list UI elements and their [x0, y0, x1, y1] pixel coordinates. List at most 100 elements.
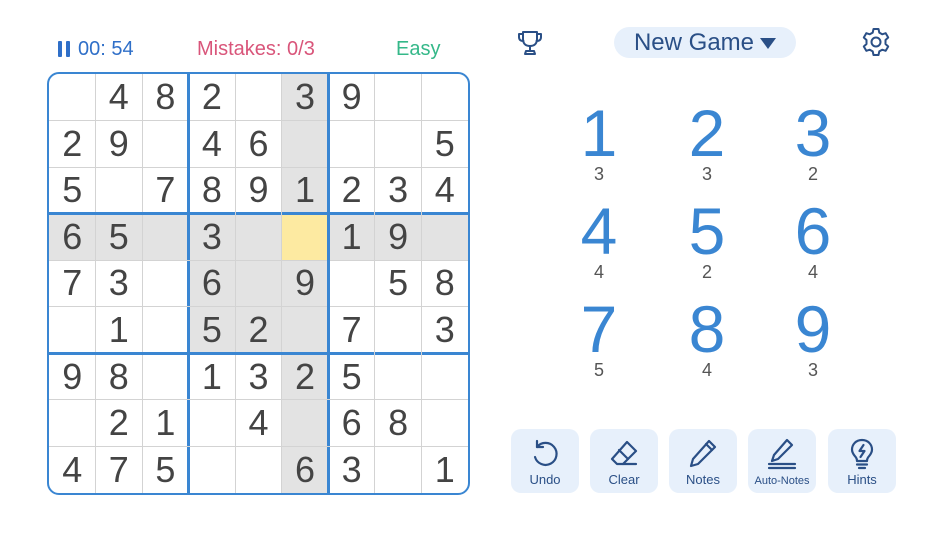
- board-cell[interactable]: 5: [49, 167, 96, 214]
- board-cell[interactable]: [96, 167, 143, 214]
- auto-notes-button[interactable]: Auto-Notes: [748, 429, 816, 493]
- board-cell[interactable]: [375, 307, 422, 354]
- board-cell[interactable]: 9: [281, 260, 329, 307]
- board-cell[interactable]: 4: [96, 74, 143, 121]
- gear-icon[interactable]: [860, 26, 892, 58]
- board-cell[interactable]: [189, 400, 236, 447]
- board-cell[interactable]: 2: [281, 353, 329, 400]
- board-cell[interactable]: 6: [49, 213, 96, 261]
- board-cell[interactable]: 2: [49, 121, 96, 168]
- board-cell[interactable]: [235, 74, 282, 121]
- board-cell[interactable]: [281, 399, 329, 447]
- board-cell[interactable]: [49, 400, 96, 447]
- board-cell[interactable]: 9: [235, 167, 282, 214]
- board-cell[interactable]: 7: [328, 307, 375, 354]
- hints-button[interactable]: Hints: [828, 429, 896, 493]
- board-cell[interactable]: [328, 121, 375, 168]
- board-cell[interactable]: 8: [96, 353, 143, 400]
- notes-button[interactable]: Notes: [669, 429, 737, 493]
- number-key-3[interactable]: 32: [768, 100, 858, 190]
- number-key-7[interactable]: 75: [554, 296, 644, 386]
- board-cell[interactable]: 3: [328, 446, 375, 493]
- board-cell[interactable]: 6: [281, 446, 329, 493]
- board-cell[interactable]: 5: [95, 213, 143, 261]
- number-key-8[interactable]: 84: [662, 296, 752, 386]
- board-cell[interactable]: 1: [281, 167, 329, 214]
- board-cell[interactable]: [189, 446, 236, 493]
- board-cell[interactable]: 3: [375, 167, 422, 214]
- trophy-icon[interactable]: [515, 28, 545, 58]
- board-cell[interactable]: [49, 74, 96, 121]
- board-cell[interactable]: 8: [375, 400, 422, 447]
- board-cell[interactable]: 7: [142, 167, 189, 214]
- board-cell[interactable]: [375, 353, 422, 400]
- board-cell[interactable]: [421, 213, 468, 261]
- board-cell[interactable]: [421, 74, 468, 121]
- board-cell[interactable]: [375, 74, 422, 121]
- board-cell[interactable]: 5: [375, 260, 422, 307]
- number-key-2[interactable]: 23: [662, 100, 752, 190]
- board-cell[interactable]: 4: [49, 446, 96, 493]
- board-cell[interactable]: [375, 121, 422, 168]
- board-cell[interactable]: 4: [189, 121, 236, 168]
- board-cell[interactable]: 3: [235, 353, 282, 400]
- undo-button[interactable]: Undo: [511, 429, 579, 493]
- number-key-4[interactable]: 44: [554, 198, 644, 288]
- board-cell[interactable]: 2: [189, 74, 236, 121]
- board-cell[interactable]: 4: [235, 400, 282, 447]
- clear-button[interactable]: Clear: [590, 429, 658, 493]
- board-cell[interactable]: [142, 307, 189, 354]
- board-cell[interactable]: 3: [281, 74, 329, 121]
- board-cell[interactable]: [142, 260, 189, 307]
- board-cell[interactable]: 2: [235, 306, 282, 354]
- board-cell[interactable]: 8: [421, 260, 468, 307]
- board-cell[interactable]: 2: [328, 167, 375, 214]
- board-cell[interactable]: [328, 260, 375, 307]
- board-cell[interactable]: [49, 307, 96, 354]
- board-cell[interactable]: 9: [328, 74, 375, 121]
- board-cell[interactable]: 5: [421, 121, 468, 168]
- board-cell[interactable]: 3: [188, 213, 236, 261]
- new-game-button[interactable]: New Game: [614, 27, 796, 58]
- box-divider: [49, 352, 468, 355]
- board-cell[interactable]: [142, 353, 189, 400]
- board-cell[interactable]: [142, 121, 189, 168]
- board-cell[interactable]: 2: [96, 400, 143, 447]
- pause-icon[interactable]: [58, 41, 70, 57]
- board-cell[interactable]: 9: [49, 353, 96, 400]
- board-cell[interactable]: [235, 260, 282, 307]
- board-cell[interactable]: 8: [142, 74, 189, 121]
- board-cell[interactable]: 6: [188, 260, 236, 307]
- board-cell[interactable]: 3: [421, 307, 468, 354]
- board-cell[interactable]: [235, 446, 282, 493]
- board-cell[interactable]: 6: [328, 400, 375, 447]
- board-cell[interactable]: [281, 306, 329, 354]
- board-cell[interactable]: 7: [96, 446, 143, 493]
- board-cell[interactable]: 5: [328, 353, 375, 400]
- board-cell[interactable]: [235, 213, 282, 261]
- number-key-1[interactable]: 13: [554, 100, 644, 190]
- number-key-9[interactable]: 93: [768, 296, 858, 386]
- board-cell[interactable]: 4: [421, 167, 468, 214]
- board-cell[interactable]: 1: [328, 213, 375, 261]
- board-cell[interactable]: [281, 213, 329, 261]
- board-cell[interactable]: 1: [142, 400, 189, 447]
- board-cell[interactable]: 1: [421, 446, 468, 493]
- board-cell[interactable]: [142, 213, 189, 261]
- board-cell[interactable]: [421, 400, 468, 447]
- board-cell[interactable]: 9: [96, 121, 143, 168]
- board-cell[interactable]: [421, 353, 468, 400]
- board-cell[interactable]: [375, 446, 422, 493]
- board-cell[interactable]: 6: [235, 121, 282, 168]
- board-cell[interactable]: 5: [188, 306, 236, 354]
- board-cell[interactable]: 1: [96, 307, 143, 354]
- board-cell[interactable]: 3: [96, 260, 143, 307]
- board-cell[interactable]: 9: [374, 213, 422, 261]
- board-cell[interactable]: 7: [49, 260, 96, 307]
- number-key-6[interactable]: 64: [768, 198, 858, 288]
- board-cell[interactable]: 8: [189, 167, 236, 214]
- board-cell[interactable]: [281, 120, 329, 168]
- board-cell[interactable]: 1: [189, 353, 236, 400]
- number-key-5[interactable]: 52: [662, 198, 752, 288]
- board-cell[interactable]: 5: [142, 446, 189, 493]
